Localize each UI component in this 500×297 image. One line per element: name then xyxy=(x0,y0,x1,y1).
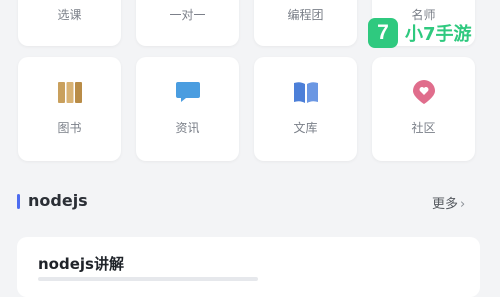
grid-item-label: 选课 xyxy=(57,8,82,22)
more-label: 更多 xyxy=(432,197,459,212)
watermark: 7 小7手游 xyxy=(368,13,486,53)
chat-bubble-icon xyxy=(175,82,200,102)
grid-item-label: 资讯 xyxy=(175,121,200,135)
grid-item-select-course[interactable]: 选课 xyxy=(18,0,121,46)
article-title: nodejs讲解 xyxy=(38,255,124,273)
heart-pin-icon xyxy=(412,80,435,104)
grid-item-news[interactable]: 资讯 xyxy=(136,57,239,161)
grid-item-community[interactable]: 社区 xyxy=(372,57,475,161)
grid-item-coding-group[interactable]: 编程团 xyxy=(254,0,357,46)
grid-item-books[interactable]: 图书 xyxy=(18,57,121,161)
section-accent-bar xyxy=(17,194,20,209)
grid-item-label: 图书 xyxy=(57,121,82,135)
section-title: nodejs xyxy=(28,191,88,210)
grid-item-label: 文库 xyxy=(293,121,318,135)
open-book-icon xyxy=(293,82,318,103)
chevron-right-icon: › xyxy=(460,197,466,212)
article-card[interactable]: nodejs讲解 xyxy=(17,237,480,297)
grid-item-library[interactable]: 文库 xyxy=(254,57,357,161)
grid-item-label: 编程团 xyxy=(287,8,324,22)
more-link[interactable]: 更多 › xyxy=(432,193,465,212)
grid-item-label: 社区 xyxy=(411,121,436,135)
article-subtitle-placeholder xyxy=(38,277,258,281)
grid-item-label: 一对一 xyxy=(169,8,206,22)
books-icon xyxy=(57,82,82,103)
watermark-logo-icon: 7 xyxy=(368,18,398,48)
grid-item-one-on-one[interactable]: 一对一 xyxy=(136,0,239,46)
watermark-text: 小7手游 xyxy=(405,24,472,45)
